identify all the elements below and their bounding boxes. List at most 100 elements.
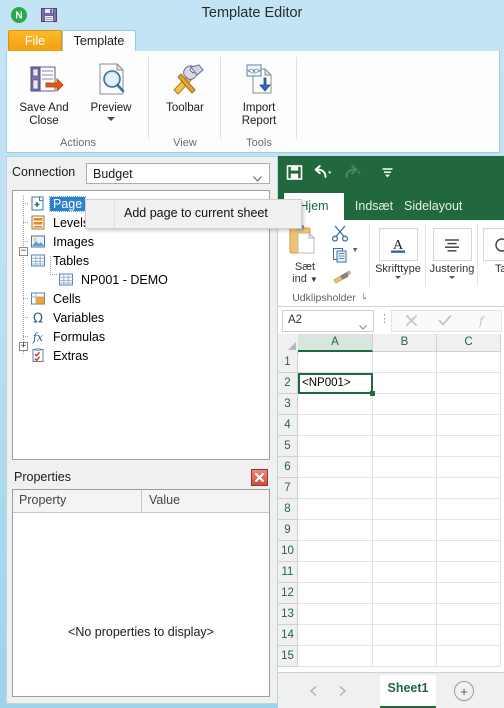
cell-c12[interactable] (437, 583, 501, 604)
copy-button[interactable]: ▼ (330, 247, 360, 266)
cell-c11[interactable] (437, 562, 501, 583)
cell-c13[interactable] (437, 604, 501, 625)
cell-a9[interactable] (298, 520, 373, 541)
cell-c4[interactable] (437, 415, 501, 436)
tree-item-extras[interactable]: Extras (29, 346, 91, 365)
cell-c7[interactable] (437, 478, 501, 499)
row-header-5[interactable]: 5 (278, 436, 298, 457)
tree-item-tables[interactable]: Tables (29, 251, 92, 270)
row-header-1[interactable]: 1 (278, 352, 298, 373)
cell-b10[interactable] (373, 541, 437, 562)
number-button[interactable]: Tal (480, 228, 504, 275)
cell-c3[interactable] (437, 394, 501, 415)
close-icon[interactable] (251, 469, 268, 486)
cell-b11[interactable] (373, 562, 437, 583)
row-header-11[interactable]: 11 (278, 562, 298, 583)
fill-handle[interactable] (370, 391, 375, 396)
excel-tab-sidelayout[interactable]: Sidelayout (404, 193, 500, 220)
nav-prev-icon[interactable] (306, 684, 320, 698)
template-tree[interactable]: Page Levels Images − Tables NP001 - DEMO… (12, 190, 270, 460)
save-and-close-button[interactable]: Save And Close (11, 55, 77, 128)
cell-b8[interactable] (373, 499, 437, 520)
row-header-2[interactable]: 2 (278, 373, 298, 394)
row-header-4[interactable]: 4 (278, 415, 298, 436)
row-header-6[interactable]: 6 (278, 457, 298, 478)
alignment-button[interactable]: Justering (426, 228, 478, 279)
cell-b6[interactable] (373, 457, 437, 478)
row-header-15[interactable]: 15 (278, 646, 298, 667)
cell-a1[interactable] (298, 352, 373, 373)
cell-b14[interactable] (373, 625, 437, 646)
dialog-launcher-icon[interactable]: ┕ (361, 294, 366, 303)
cell-b3[interactable] (373, 394, 437, 415)
connection-select[interactable]: Budget (86, 163, 270, 184)
row-header-7[interactable]: 7 (278, 478, 298, 499)
tree-item-page[interactable]: Page (29, 194, 87, 213)
cell-a8[interactable] (298, 499, 373, 520)
cell-c6[interactable] (437, 457, 501, 478)
format-painter-button[interactable] (330, 268, 352, 287)
sheet-tab-sheet1[interactable]: Sheet1 (380, 675, 436, 708)
row-header-14[interactable]: 14 (278, 625, 298, 646)
properties-grid[interactable]: Property Value <No properties to display… (12, 489, 270, 697)
cell-c8[interactable] (437, 499, 501, 520)
chevron-down-icon[interactable] (449, 276, 455, 279)
cell-a11[interactable] (298, 562, 373, 583)
row-header-12[interactable]: 12 (278, 583, 298, 604)
column-header-a[interactable]: A (298, 334, 373, 352)
cell-c15[interactable] (437, 646, 501, 667)
column-header-c[interactable]: C (437, 334, 501, 352)
save-icon[interactable] (286, 164, 303, 184)
cancel-x-icon[interactable] (405, 314, 418, 330)
toolbar-button[interactable]: Toolbar (152, 55, 218, 115)
font-button[interactable]: A Skrifttype (370, 228, 426, 279)
insert-function-fx-icon[interactable]: f (474, 313, 488, 331)
excel-tab-indsaet[interactable]: Indsæt (346, 193, 402, 220)
cell-c5[interactable] (437, 436, 501, 457)
cell-a12[interactable] (298, 583, 373, 604)
cell-b15[interactable] (373, 646, 437, 667)
context-menu[interactable]: Add page to current sheet (85, 199, 302, 229)
tree-item-np001-demo[interactable]: NP001 - DEMO (57, 270, 171, 289)
tree-item-images[interactable]: Images (29, 232, 97, 251)
chevron-down-icon[interactable]: ▼ (352, 247, 359, 254)
cell-a13[interactable] (298, 604, 373, 625)
customize-qat-icon[interactable] (381, 166, 394, 182)
column-header-b[interactable]: B (373, 334, 437, 352)
excel-grid[interactable]: A B C 1 2 3 4 5 6 7 8 9 10 11 12 13 14 1… (278, 334, 504, 672)
cell-c14[interactable] (437, 625, 501, 646)
row-header-9[interactable]: 9 (278, 520, 298, 541)
tab-file[interactable]: File (8, 30, 62, 53)
row-header-3[interactable]: 3 (278, 394, 298, 415)
cut-button[interactable] (330, 224, 350, 245)
name-box[interactable]: A2 (282, 310, 374, 332)
cell-b5[interactable] (373, 436, 437, 457)
cell-b4[interactable] (373, 415, 437, 436)
row-header-10[interactable]: 10 (278, 541, 298, 562)
tree-expander-collapse-tables[interactable]: − (19, 247, 28, 256)
cell-b1[interactable] (373, 352, 437, 373)
tree-item-cells[interactable]: Cells (29, 289, 84, 308)
cell-b2[interactable] (373, 373, 437, 394)
cell-a6[interactable] (298, 457, 373, 478)
cell-c10[interactable] (437, 541, 501, 562)
undo-icon[interactable] (313, 165, 332, 183)
select-all-corner[interactable] (278, 334, 299, 353)
paste-button[interactable]: Sæt ind ▼ (284, 224, 326, 286)
cell-c9[interactable] (437, 520, 501, 541)
cell-a7[interactable] (298, 478, 373, 499)
cell-b9[interactable] (373, 520, 437, 541)
tree-item-variables[interactable]: Ω Variables (29, 308, 107, 327)
chevron-down-icon[interactable] (395, 276, 401, 279)
cell-c2[interactable] (437, 373, 501, 394)
column-divider[interactable] (141, 490, 142, 512)
chevron-down-icon[interactable] (107, 117, 115, 121)
cell-b12[interactable] (373, 583, 437, 604)
row-header-8[interactable]: 8 (278, 499, 298, 520)
cell-b13[interactable] (373, 604, 437, 625)
cell-c1[interactable] (437, 352, 501, 373)
cell-a14[interactable] (298, 625, 373, 646)
preview-button[interactable]: Preview (81, 55, 141, 121)
cell-a5[interactable] (298, 436, 373, 457)
cell-a4[interactable] (298, 415, 373, 436)
